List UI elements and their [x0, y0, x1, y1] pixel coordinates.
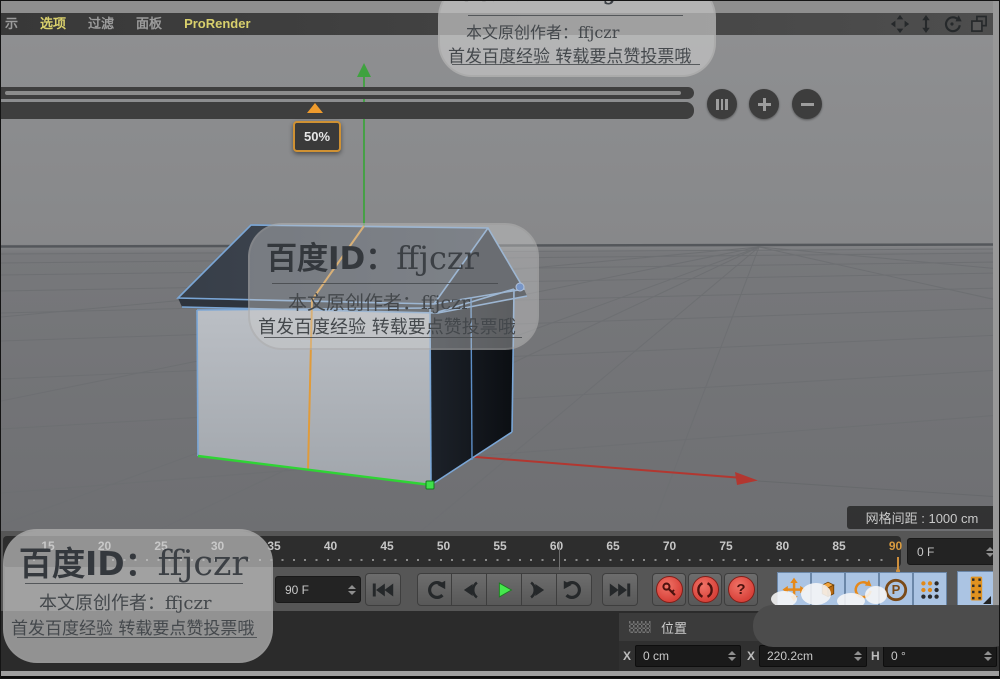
selected-vertex[interactable] — [426, 481, 434, 489]
cinema4d-window: 示 选项 过滤 面板 ProRender — [0, 0, 1000, 679]
points-grid-icon — [916, 576, 944, 604]
record-pla-toggle[interactable] — [913, 572, 947, 607]
coord-label-h: H — [871, 649, 880, 663]
window-right-edge — [993, 1, 999, 605]
prev-frame-icon — [453, 577, 485, 603]
watermark-center: 百度ID：ffjczr 本文原创作者：ffjczr 首发百度经验 转载要点赞投票… — [248, 223, 539, 350]
keying-help-button[interactable]: ? — [724, 573, 758, 606]
next-key-icon — [558, 577, 590, 603]
panel-grip-icon[interactable] — [629, 621, 651, 633]
goto-end-button[interactable] — [602, 573, 638, 606]
slider-tooltip: 50% — [293, 121, 341, 152]
ruler-tick-current: 90 — [881, 539, 911, 553]
ruler-tick: 55 — [485, 539, 515, 553]
coord-label-x2: X — [747, 649, 755, 663]
goto-start-icon — [367, 577, 399, 603]
autokey-button[interactable] — [688, 573, 722, 606]
zoom-icon[interactable] — [917, 14, 935, 34]
timeline-scrollbar[interactable] — [1, 87, 694, 99]
end-frame-field[interactable]: 0 F — [907, 538, 999, 565]
coord-x-field[interactable]: 0 cm — [635, 645, 741, 667]
render-preview-button[interactable] — [957, 571, 995, 607]
question-icon: ? — [736, 582, 745, 597]
maximize-icon[interactable] — [969, 14, 989, 34]
ruler-tick: 80 — [768, 539, 798, 553]
panel-title: 位置 — [661, 618, 687, 637]
goto-start-button[interactable] — [365, 573, 401, 606]
play-icon — [488, 577, 520, 603]
ruler-tick: 85 — [824, 539, 854, 553]
powerslider-marker[interactable] — [307, 103, 323, 113]
coord-h-field[interactable]: 0 ° — [883, 645, 997, 667]
prev-key-button[interactable] — [417, 573, 452, 606]
parameter-icon: P — [892, 582, 901, 597]
watermark-scribble — [753, 605, 1000, 647]
zoom-in-button[interactable] — [749, 89, 779, 119]
watermark-top: 百度ID：ffjczr 本文原创作者：ffjczr 首发百度经验 转载要点赞投票… — [438, 0, 716, 77]
prev-key-icon — [419, 577, 451, 603]
next-key-button[interactable] — [557, 573, 592, 606]
coord-x2-field[interactable]: 220.2cm — [759, 645, 867, 667]
film-strip-icon — [961, 574, 991, 604]
watermark-blob — [865, 586, 887, 604]
next-frame-button[interactable] — [522, 573, 557, 606]
prev-frame-button[interactable] — [452, 573, 487, 606]
minus-icon — [801, 103, 814, 106]
autokey-icon — [694, 579, 716, 601]
next-frame-icon — [523, 577, 555, 603]
spinner[interactable] — [728, 651, 736, 661]
goto-end-icon — [604, 577, 636, 603]
ruler-tick: 60 — [542, 539, 572, 553]
watermark-bottom: 百度ID：ffjczr 本文原创作者：ffjczr 首发百度经验 转载要点赞投票… — [3, 529, 273, 663]
bars-button[interactable] — [707, 89, 737, 119]
bars-icon — [716, 99, 728, 110]
record-keyframe-button[interactable] — [652, 573, 686, 606]
ruler-tick: 75 — [711, 539, 741, 553]
menu-item-prorender[interactable]: ProRender — [173, 13, 261, 35]
watermark-blob — [801, 583, 831, 605]
spinner[interactable] — [854, 651, 862, 661]
play-button[interactable] — [487, 573, 522, 606]
pan-icon[interactable] — [890, 14, 910, 34]
ruler-tick: 40 — [316, 539, 346, 553]
current-frame-field[interactable]: 90 F — [275, 576, 361, 603]
viewport-nav-icons — [890, 13, 989, 35]
spinner[interactable] — [348, 585, 356, 595]
coord-label-x: X — [623, 649, 631, 663]
zoom-out-button[interactable] — [792, 89, 822, 119]
scrollbar-handle[interactable] — [5, 91, 681, 95]
menu-item-panel[interactable]: 面板 — [125, 13, 173, 35]
spinner[interactable] — [984, 651, 992, 661]
key-icon — [658, 579, 680, 601]
ruler-tick: 65 — [598, 539, 628, 553]
menu-item-options[interactable]: 选项 — [29, 13, 77, 35]
powerslider-track[interactable] — [1, 102, 694, 119]
menu-item-display-partial[interactable]: 示 — [1, 13, 29, 35]
ruler-tick: 70 — [655, 539, 685, 553]
menu-item-filter[interactable]: 过滤 — [77, 13, 125, 35]
rotate-icon[interactable] — [942, 14, 962, 34]
grid-spacing-label: 网格间距 : 1000 cm — [847, 506, 997, 529]
ruler-tick: 45 — [372, 539, 402, 553]
ruler-tick: 50 — [429, 539, 459, 553]
